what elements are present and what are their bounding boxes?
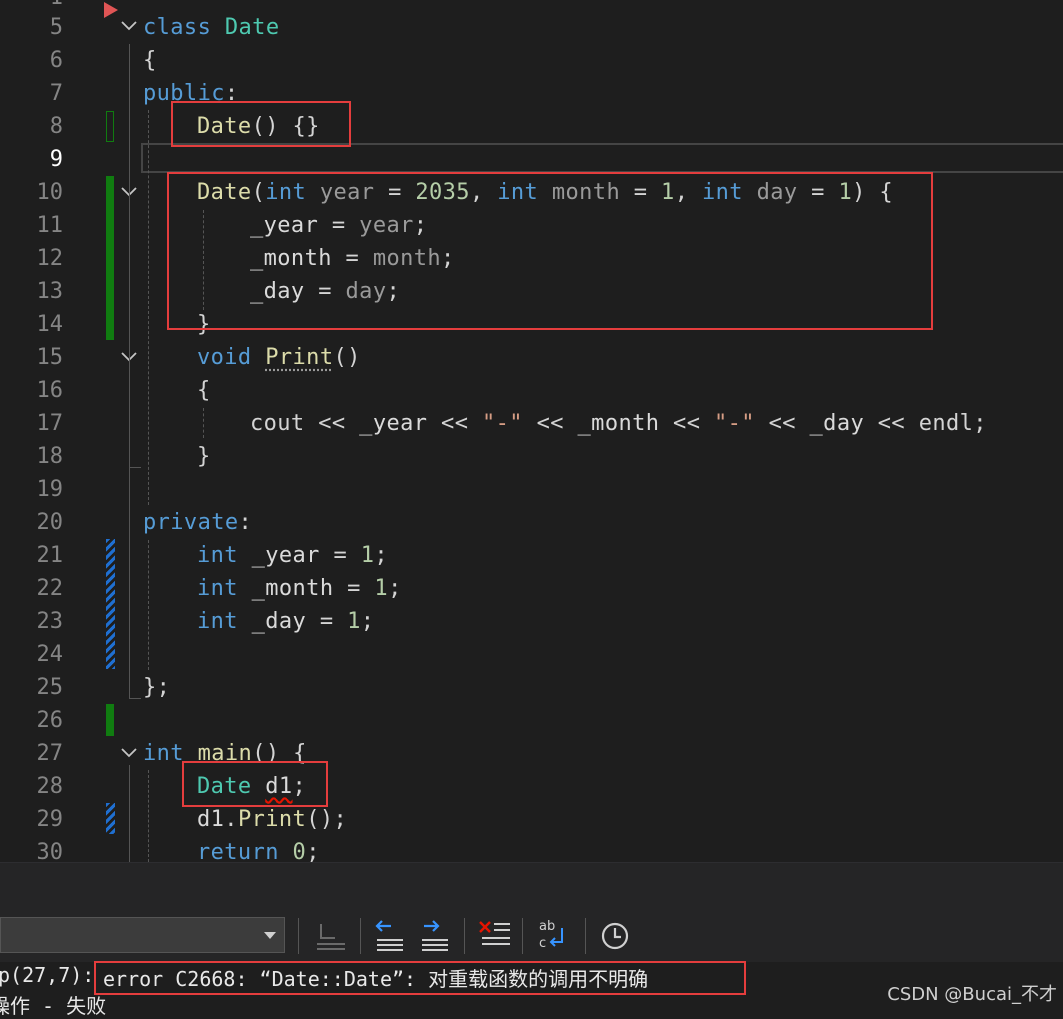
- indent-guide: [203, 408, 204, 438]
- change-indicator: [106, 539, 115, 669]
- line-number: 17: [36, 411, 64, 436]
- code-line[interactable]: 20 private:: [0, 506, 1063, 539]
- indent-guide: [148, 110, 149, 505]
- line-number: 9: [49, 147, 63, 172]
- annotation-box: [167, 172, 933, 330]
- line-number: 30: [36, 840, 64, 862]
- code-line[interactable]: 26: [0, 704, 1063, 737]
- line-number: 12: [36, 246, 64, 271]
- toolbar-separator: [585, 918, 586, 954]
- change-indicator: [106, 704, 114, 736]
- line-number: 21: [36, 543, 64, 568]
- line-number: 20: [36, 510, 64, 535]
- code-text: {: [143, 48, 157, 73]
- line-number: 13: [36, 279, 64, 304]
- toolbar-separator: [360, 918, 361, 954]
- indent-icon[interactable]: [416, 916, 456, 956]
- dropdown-arrow-icon: [264, 932, 276, 939]
- code-line[interactable]: 29 d1.Print();: [0, 803, 1063, 836]
- code-text: void Print(): [197, 345, 361, 370]
- code-line[interactable]: 24: [0, 638, 1063, 671]
- code-line[interactable]: 6{: [0, 44, 1063, 77]
- code-text: int _month = 1;: [197, 576, 402, 601]
- code-line[interactable]: 21 int _year = 1;: [0, 539, 1063, 572]
- watermark: CSDN @Bucai_不才: [887, 984, 1057, 1005]
- line-number: 25: [36, 675, 64, 700]
- indent-guide: [148, 540, 149, 670]
- code-line[interactable]: 8 Date() {}: [0, 110, 1063, 143]
- history-icon[interactable]: [596, 916, 636, 956]
- code-line[interactable]: 15 void Print(): [0, 341, 1063, 374]
- code-line[interactable]: 7 public:: [0, 77, 1063, 110]
- code-line[interactable]: 17 cout << _year << "-" << _month << "-" …: [0, 407, 1063, 440]
- code-text: return 0;: [197, 840, 320, 862]
- code-line[interactable]: 25};: [0, 671, 1063, 704]
- line-number: 16: [36, 378, 64, 403]
- line-number: 26: [36, 708, 64, 733]
- line-number: 24: [36, 642, 64, 667]
- line-number: 29: [36, 807, 64, 832]
- change-indicator: [106, 176, 114, 340]
- indent-guide: [148, 770, 149, 862]
- line-number: 22: [36, 576, 64, 601]
- fold-chevron-icon[interactable]: [121, 10, 137, 43]
- line-number: 15: [36, 345, 64, 370]
- line-number: 10: [36, 180, 64, 205]
- line-number: 28: [36, 774, 64, 799]
- code-text: private:: [143, 510, 253, 535]
- annotation-box: [182, 761, 328, 807]
- code-line[interactable]: 22 int _month = 1;: [0, 572, 1063, 605]
- line-number: 7: [49, 81, 63, 106]
- change-indicator: [106, 803, 115, 834]
- error-message: error C2668: “Date::Date”: 对重载函数的调用不明确: [103, 967, 649, 991]
- outdent-icon[interactable]: [371, 916, 411, 956]
- find-replace-icon[interactable]: ab c: [534, 916, 574, 956]
- line-number: 19: [36, 477, 64, 502]
- scope-guide: [129, 44, 130, 699]
- code-text: }: [197, 444, 211, 469]
- code-line[interactable]: 19: [0, 473, 1063, 506]
- scope-guide-end: [129, 467, 141, 468]
- code-editor[interactable]: 15class Date6{7public:8Date() {}910Date(…: [0, 0, 1063, 862]
- line-number: 18: [36, 444, 64, 469]
- line-number: 14: [36, 312, 64, 337]
- output-source-dropdown[interactable]: [0, 917, 285, 953]
- code-line[interactable]: 16 {: [0, 374, 1063, 407]
- code-line[interactable]: 27 int main() {: [0, 737, 1063, 770]
- code-line[interactable]: 28 Date d1;: [0, 770, 1063, 803]
- toolbar-separator: [464, 918, 465, 954]
- code-text: int _day = 1;: [197, 609, 375, 634]
- scope-guide: [129, 374, 130, 468]
- annotation-box: [171, 101, 351, 147]
- line-number: 11: [36, 213, 64, 238]
- change-indicator: [106, 111, 114, 142]
- line-number: 23: [36, 609, 64, 634]
- code-line[interactable]: 18}: [0, 440, 1063, 473]
- code-text: int _year = 1;: [197, 543, 389, 568]
- code-line[interactable]: 30 return 0;: [0, 836, 1063, 862]
- line-number: 6: [49, 48, 63, 73]
- code-text: d1.Print();: [197, 807, 348, 832]
- scope-guide: [129, 765, 130, 862]
- wrap-icon[interactable]: [311, 916, 351, 956]
- output-location: p(27,7):: [0, 963, 95, 987]
- code-text: {: [197, 378, 211, 403]
- clear-all-icon[interactable]: [476, 916, 516, 956]
- code-line[interactable]: 23 int _day = 1;: [0, 605, 1063, 638]
- scope-guide-end: [129, 698, 141, 699]
- code-text: cout << _year << "-" << _month << "-" <<…: [250, 411, 987, 436]
- toolbar-separator: [298, 918, 299, 954]
- line-number: 8: [49, 114, 63, 139]
- toolbar-separator: [522, 918, 523, 954]
- code-line[interactable]: 5 class Date: [0, 11, 1063, 44]
- build-status: 操作 - 失败: [0, 994, 107, 1018]
- svg-text:c: c: [539, 936, 546, 951]
- code-text: class Date: [143, 15, 280, 40]
- code-text: };: [143, 675, 171, 700]
- line-number: 27: [36, 741, 64, 766]
- svg-text:ab: ab: [539, 919, 555, 934]
- line-number: 5: [49, 15, 63, 40]
